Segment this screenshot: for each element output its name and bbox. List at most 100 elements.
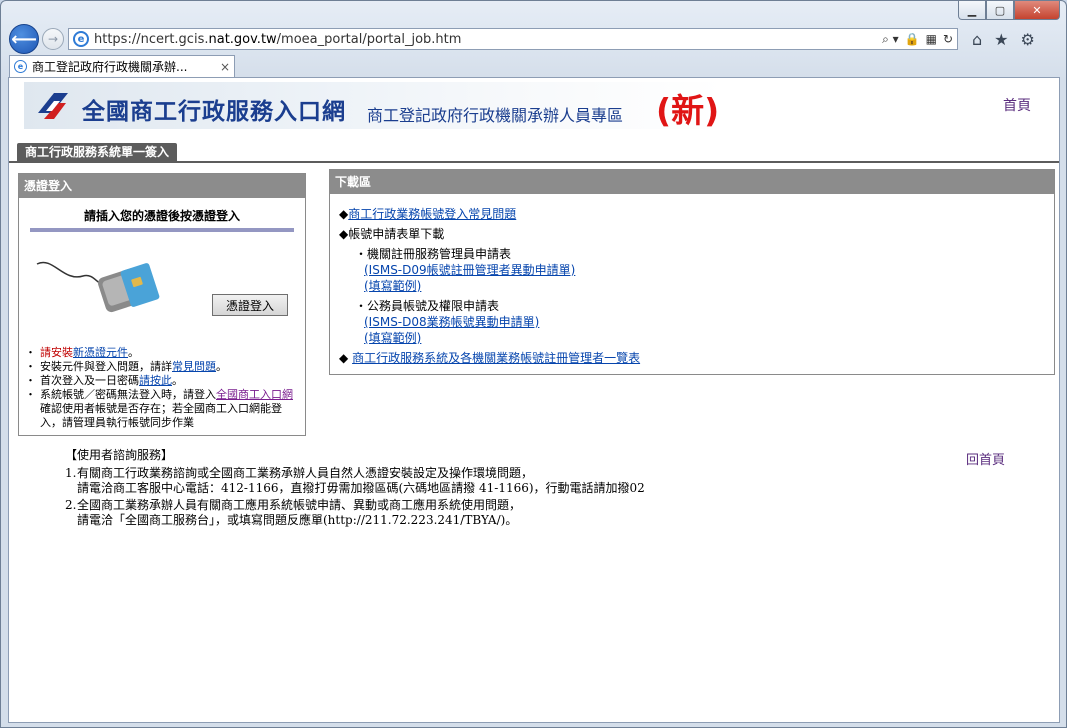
settings-gear-icon[interactable]: ⚙	[1021, 30, 1035, 49]
back-button[interactable]: ⟵	[9, 24, 39, 54]
note-text: 請安裝	[40, 346, 73, 359]
back-to-home-link[interactable]: 回首頁	[966, 449, 1005, 468]
note-text: 。	[128, 346, 139, 359]
url-path: /moea_portal/portal_job.htm	[276, 31, 462, 47]
tab-single-sign-on[interactable]: 商工行政服務系統單一簽入	[17, 143, 178, 162]
site-logo-icon	[38, 93, 68, 119]
page-viewport: 全國商工行政服務入口網 商工登記政府行政機關承辦人員專區 (新) 首頁 商工行政…	[8, 77, 1060, 723]
note-bullet: ・	[25, 374, 36, 387]
list-item: (填寫範例)	[364, 278, 1054, 294]
list-item: 1. 有關商工行政業務諮詢或全國商工業務承辦人員自然人憑證安裝設定及操作環境問題…	[65, 466, 1005, 496]
service-list: 1. 有關商工行政業務諮詢或全國商工業務承辦人員自然人憑證安裝設定及操作環境問題…	[65, 466, 1005, 528]
card-reader-icon	[36, 261, 160, 313]
certificate-panel-title: 憑證登入	[19, 174, 305, 198]
tab-close-icon[interactable]: ×	[220, 60, 230, 74]
browser-tab[interactable]: e 商工登記政府行政機關承辦... ×	[9, 55, 235, 77]
dot-bullet: ・	[355, 299, 368, 313]
tab-divider	[9, 161, 1059, 163]
list-item: 2. 全國商工業務承辦人員有關商工應用系統帳號申請、異動或商工應用系統使用問題，…	[65, 498, 1005, 528]
diamond-bullet-icon: ◆	[339, 351, 349, 365]
note-text: 首次登入及一日密碼	[40, 374, 139, 387]
faq-download-link[interactable]: 商工行政業務帳號登入常見問題	[348, 207, 516, 221]
faq-link[interactable]: 常見問題	[172, 360, 216, 373]
refresh-icon[interactable]: ↻	[943, 32, 953, 47]
list-item: (填寫範例)	[364, 330, 1054, 346]
note-bullet: ・	[25, 388, 36, 401]
window-controls: ▁ ▢ ✕	[958, 1, 1060, 20]
service-item-line1: 有關商工行政業務諮詢或全國商工業務承辦人員自然人憑證安裝設定及操作環境問題，	[77, 466, 534, 480]
new-badge: (新)	[656, 91, 720, 130]
download-panel: 下載區 ◆商工行政業務帳號登入常見問題 ◆帳號申請表單下載 ・機關註冊服務管理員…	[329, 169, 1055, 375]
toolbar-icons: ⌂ ★ ⚙	[972, 30, 1035, 49]
tab-title: 商工登記政府行政機關承辦...	[32, 60, 188, 74]
lock-icon[interactable]: 🔒	[905, 32, 920, 47]
site-logo-title: 全國商工行政服務入口網	[82, 99, 346, 125]
list-item: ◆帳號申請表單下載	[339, 226, 1054, 242]
note-text: 確認使用者帳號是否存在；若全國商工入口網能登入，請管理員執行帳號同步作業	[40, 402, 282, 429]
new-component-link[interactable]: 新憑證元件	[73, 346, 128, 359]
browser-window: ▁ ▢ ✕ ⟵ → e https://ncert.gcis.nat.gov.t…	[0, 0, 1067, 728]
certificate-login-panel: 憑證登入 請插入您的憑證後按憑證登入 憑證登入 ・請安裝新憑證元件。 ・安裝元件…	[18, 173, 306, 436]
note-install-component: ・請安裝新憑證元件。	[23, 346, 301, 360]
service-item-line2: 請電洽商工客服中心電話：412-1166，直撥打毋需加撥區碼(六碼地區請撥 41…	[77, 481, 645, 495]
service-item-line2: 請電洽「全國商工服務台」，或填寫問題反應單(http://211.72.223.…	[77, 513, 518, 527]
tab-strip: e 商工登記政府行政機關承辦... ×	[9, 55, 235, 77]
url-prefix: https://ncert.gcis.	[94, 31, 209, 47]
service-title: 【使用者諮詢服務】	[65, 448, 174, 462]
diamond-bullet-icon: ◆	[339, 227, 349, 241]
certificate-login-button[interactable]: 憑證登入	[212, 294, 288, 316]
forms-heading: 帳號申請表單下載	[348, 227, 445, 241]
note-text: 系統帳號／密碼無法登入時，請登入	[40, 388, 216, 401]
note-text: 。	[216, 360, 227, 373]
url-host: nat.gov.tw	[208, 31, 277, 47]
tab-ie-icon: e	[14, 60, 27, 73]
minimize-button[interactable]: ▁	[958, 1, 986, 20]
back-arrow-icon: ⟵	[11, 28, 37, 50]
isms-d08-link[interactable]: (ISMS-D08業務帳號異動申請單)	[364, 315, 539, 329]
url-text[interactable]: https://ncert.gcis.nat.gov.tw/moea_porta…	[94, 32, 882, 47]
list-item: ・機關註冊服務管理員申請表	[355, 246, 1054, 262]
item-number: 1.	[65, 466, 77, 480]
home-icon[interactable]: ⌂	[972, 30, 982, 49]
forward-arrow-icon: →	[47, 32, 59, 46]
business-portal-link[interactable]: 全國商工入口網	[216, 388, 293, 401]
forward-button[interactable]: →	[42, 28, 64, 50]
favorites-star-icon[interactable]: ★	[994, 30, 1008, 49]
ie-page-icon: e	[73, 31, 89, 47]
close-window-button[interactable]: ✕	[1014, 1, 1060, 20]
address-icons: ⌕ ▾ 🔒 ▦ ↻	[882, 32, 953, 47]
navigation-bar: ⟵ → e https://ncert.gcis.nat.gov.tw/moea…	[9, 24, 1058, 54]
certificate-notes: ・請安裝新憑證元件。 ・安裝元件與登入問題，請詳常見問題。 ・首次登入及一日密碼…	[23, 346, 301, 430]
form2-example-link[interactable]: (填寫範例)	[364, 331, 421, 345]
note-bullet: ・	[25, 360, 36, 373]
home-link[interactable]: 首頁	[1003, 95, 1031, 115]
form1-example-link[interactable]: (填寫範例)	[364, 279, 421, 293]
click-here-link[interactable]: 請按此	[139, 374, 172, 387]
maximize-button[interactable]: ▢	[986, 1, 1014, 20]
note-text: 。	[172, 374, 183, 387]
note-first-login: ・首次登入及一日密碼請按此。	[23, 374, 301, 388]
list-item: ◆ 商工行政服務系統及各機關業務帳號註冊管理者一覽表	[339, 350, 1054, 366]
note-faq: ・安裝元件與登入問題，請詳常見問題。	[23, 360, 301, 374]
list-item: (ISMS-D08業務帳號異動申請單)	[364, 314, 1054, 330]
form2-label: 公務員帳號及權限申請表	[367, 299, 500, 313]
note-account-sync: ・系統帳號／密碼無法登入時，請登入全國商工入口網確認使用者帳號是否存在；若全國商…	[23, 388, 301, 430]
compatibility-view-icon[interactable]: ▦	[926, 32, 937, 47]
admin-list-link[interactable]: 商工行政服務系統及各機關業務帳號註冊管理者一覽表	[352, 351, 640, 365]
item-number: 2.	[65, 498, 77, 512]
list-item: ・公務員帳號及權限申請表	[355, 298, 1054, 314]
diamond-bullet-icon: ◆	[339, 207, 349, 221]
dot-bullet: ・	[355, 247, 368, 261]
search-icon[interactable]: ⌕ ▾	[882, 32, 899, 47]
address-bar[interactable]: e https://ncert.gcis.nat.gov.tw/moea_por…	[68, 28, 958, 50]
site-subtitle: 商工登記政府行政機關承辦人員專區	[367, 106, 624, 125]
form1-label: 機關註冊服務管理員申請表	[367, 247, 512, 261]
user-service-section: 【使用者諮詢服務】 1. 有關商工行政業務諮詢或全國商工業務承辦人員自然人憑證安…	[65, 448, 1005, 530]
site-banner: 全國商工行政服務入口網 商工登記政府行政機關承辦人員專區 (新)	[24, 82, 724, 130]
note-bullet: ・	[25, 346, 36, 359]
certificate-instruction: 請插入您的憑證後按憑證登入	[83, 209, 240, 223]
list-item: (ISMS-D09帳號註冊管理者異動申請單)	[364, 262, 1054, 278]
download-list: ◆商工行政業務帳號登入常見問題 ◆帳號申請表單下載 ・機關註冊服務管理員申請表 …	[330, 194, 1054, 366]
instruction-underline	[30, 228, 294, 232]
isms-d09-link[interactable]: (ISMS-D09帳號註冊管理者異動申請單)	[364, 263, 575, 277]
